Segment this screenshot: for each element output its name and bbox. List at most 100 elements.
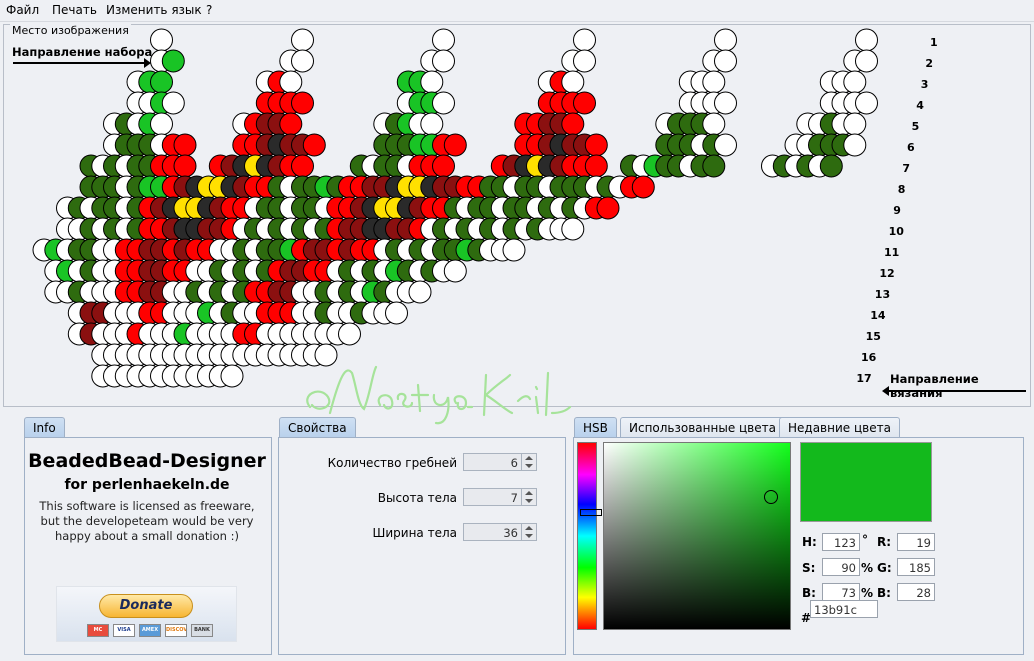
color-picker-handle[interactable] (764, 490, 779, 505)
bead[interactable] (161, 91, 185, 115)
ribs-stepper-buttons[interactable] (521, 454, 536, 470)
bead[interactable] (432, 91, 455, 115)
tab-recent-colors[interactable]: Недавние цвета (779, 417, 900, 437)
app-title: BeadedBead-Designer (28, 450, 266, 472)
bead[interactable] (150, 112, 173, 136)
bead[interactable] (502, 238, 526, 262)
tab-used-colors[interactable]: Использованные цвета (620, 417, 785, 437)
tab-hsb[interactable]: HSB (574, 417, 617, 437)
bead[interactable] (573, 28, 596, 52)
hue-slider[interactable] (577, 442, 602, 630)
bead[interactable] (420, 112, 444, 136)
bead[interactable] (432, 49, 455, 73)
donate-button[interactable]: Donate (99, 594, 193, 618)
bead[interactable] (291, 28, 314, 52)
arrow-up-icon[interactable] (525, 526, 533, 530)
menu-help[interactable]: ? (206, 3, 212, 17)
bead[interactable] (173, 154, 197, 178)
tab-info[interactable]: Info (24, 417, 65, 437)
bead[interactable] (279, 112, 303, 136)
bead[interactable] (843, 112, 867, 136)
bead[interactable] (843, 70, 867, 94)
width-stepper-buttons[interactable] (521, 524, 536, 540)
bead[interactable] (714, 28, 737, 52)
bead[interactable] (150, 70, 173, 94)
bead[interactable] (702, 154, 726, 178)
bead[interactable] (432, 154, 455, 178)
arrow-down-icon[interactable] (525, 534, 533, 538)
discover-icon: DISCOVER (165, 624, 187, 637)
bead[interactable] (561, 112, 585, 136)
row-number: 1 (930, 36, 938, 49)
hue-slider-handle[interactable] (580, 509, 602, 516)
menu-file[interactable]: Файл (6, 3, 39, 17)
bead[interactable] (291, 154, 314, 178)
bead[interactable] (561, 70, 585, 94)
height-stepper[interactable]: 7 (463, 488, 537, 506)
ribs-label: Количество гребней (327, 456, 457, 470)
width-label: Ширина тела (372, 526, 457, 540)
brightness-label: B: (802, 586, 816, 600)
bead[interactable] (819, 154, 843, 178)
bead[interactable] (291, 49, 314, 73)
bead[interactable] (385, 301, 408, 325)
bead[interactable] (220, 364, 244, 388)
bead[interactable] (173, 133, 197, 157)
bead[interactable] (702, 70, 726, 94)
row-number: 10 (889, 225, 905, 238)
brightness-field[interactable]: 73 (822, 583, 860, 601)
bead[interactable] (408, 280, 432, 304)
arrow-up-icon[interactable] (525, 491, 533, 495)
menu-language[interactable]: Изменить язык (106, 3, 202, 17)
bead[interactable] (161, 49, 185, 73)
saturation-label: S: (802, 561, 816, 575)
blue-field[interactable]: 28 (897, 583, 935, 601)
bead[interactable] (279, 70, 303, 94)
bead[interactable] (855, 49, 878, 73)
bead[interactable] (843, 133, 867, 157)
bead[interactable] (338, 322, 361, 346)
tab-properties[interactable]: Свойства (279, 417, 356, 437)
bead[interactable] (714, 91, 737, 115)
row-number: 12 (879, 267, 894, 280)
bead[interactable] (584, 154, 608, 178)
bead[interactable] (443, 133, 467, 157)
green-label: G: (877, 561, 892, 575)
degree-unit: ° (862, 533, 868, 547)
bead[interactable] (420, 70, 444, 94)
red-label: R: (877, 535, 892, 549)
green-field[interactable]: 185 (897, 558, 935, 576)
bead[interactable] (855, 28, 878, 52)
bead[interactable] (714, 49, 737, 73)
bead[interactable] (596, 196, 620, 220)
bead[interactable] (714, 133, 737, 157)
hex-color-field[interactable]: 13b91c (810, 600, 878, 618)
saturation-brightness-picker[interactable] (603, 442, 791, 630)
red-field[interactable]: 19 (897, 533, 935, 551)
menu-print[interactable]: Печать (52, 3, 97, 17)
ribs-stepper[interactable]: 6 (463, 453, 537, 471)
bead[interactable] (573, 91, 596, 115)
bead[interactable] (855, 91, 878, 115)
hue-field[interactable]: 123 (822, 533, 860, 551)
width-stepper[interactable]: 36 (463, 523, 537, 541)
bead-pattern-canvas[interactable]: 1234567891011121314151617 (4, 25, 1030, 406)
bead[interactable] (150, 28, 173, 52)
bead[interactable] (631, 175, 655, 199)
height-stepper-buttons[interactable] (521, 489, 536, 505)
row-number: 11 (884, 246, 899, 259)
row-number: 14 (870, 309, 886, 322)
bead[interactable] (584, 133, 608, 157)
arrow-up-icon[interactable] (525, 456, 533, 460)
bead[interactable] (702, 112, 726, 136)
direction-knit-arrow (882, 386, 1026, 396)
arrow-down-icon[interactable] (525, 499, 533, 503)
bead[interactable] (573, 49, 596, 73)
bead[interactable] (443, 259, 467, 283)
bead[interactable] (291, 91, 314, 115)
bead[interactable] (432, 28, 455, 52)
bead[interactable] (302, 133, 326, 157)
saturation-field[interactable]: 90 (822, 558, 860, 576)
bead[interactable] (561, 217, 585, 241)
arrow-down-icon[interactable] (525, 464, 533, 468)
